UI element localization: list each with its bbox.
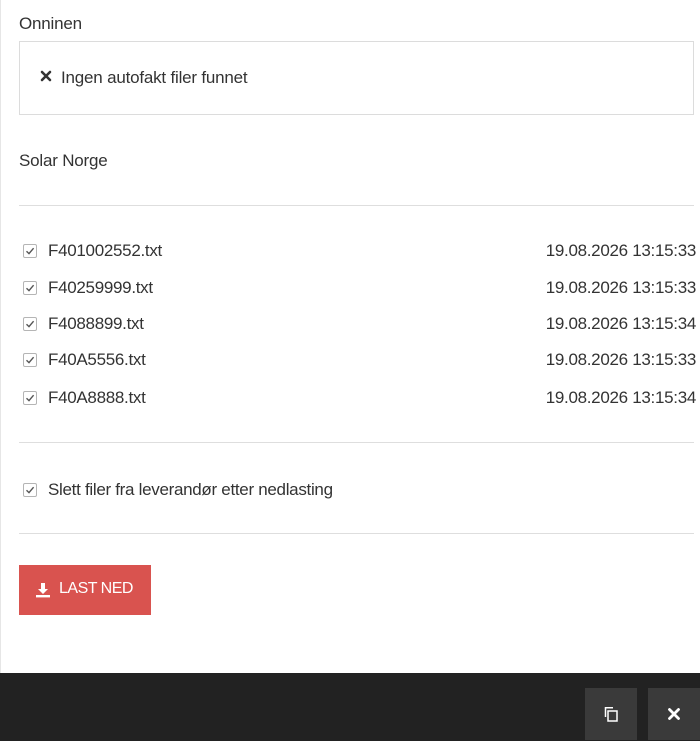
file-checkbox[interactable] (23, 281, 37, 295)
divider (19, 442, 694, 443)
file-checkbox[interactable] (23, 391, 37, 405)
download-button-label: LAST NED (59, 580, 133, 597)
file-timestamp: 19.08.2026 13:15:34 (545, 388, 697, 407)
divider (19, 205, 694, 206)
copy-button[interactable] (585, 688, 637, 740)
file-row: F40A8888.txt 19.08.2026 13:15:34 (19, 387, 696, 411)
file-timestamp: 19.08.2026 13:15:33 (545, 350, 697, 369)
file-name: F401002552.txt (48, 241, 162, 260)
download-icon (35, 582, 51, 598)
file-row: F4088899.txt 19.08.2026 13:15:34 (19, 313, 696, 337)
file-name: F40A8888.txt (48, 388, 146, 407)
file-row: F401002552.txt 19.08.2026 13:15:33 (19, 240, 696, 264)
file-name: F40259999.txt (48, 278, 153, 297)
divider (19, 533, 694, 534)
section-title-onninen: Onninen (19, 14, 82, 33)
file-timestamp: 19.08.2026 13:15:33 (545, 278, 697, 297)
notice-text: Ingen autofakt filer funnet (61, 68, 248, 87)
autofakt-panel: Onninen Ingen autofakt filer funnet Sola… (0, 0, 700, 673)
no-files-notice: Ingen autofakt filer funnet (19, 41, 694, 115)
file-row: F40A5556.txt 19.08.2026 13:15:33 (19, 349, 696, 373)
file-row: F40259999.txt 19.08.2026 13:15:33 (19, 277, 696, 301)
delete-after-download-option[interactable]: Slett filer fra leverandør etter nedlast… (19, 479, 619, 503)
file-name: F40A5556.txt (48, 350, 146, 369)
delete-after-download-checkbox[interactable] (23, 483, 37, 497)
file-checkbox[interactable] (23, 244, 37, 258)
file-name: F4088899.txt (48, 314, 144, 333)
footer-bar (0, 673, 700, 741)
close-button[interactable] (648, 688, 700, 740)
download-button[interactable]: LAST NED (19, 565, 151, 615)
file-checkbox[interactable] (23, 317, 37, 331)
file-timestamp: 19.08.2026 13:15:34 (545, 314, 697, 333)
section-title-solar-norge: Solar Norge (19, 151, 108, 170)
delete-after-download-label: Slett filer fra leverandør etter nedlast… (48, 480, 333, 499)
close-icon (39, 69, 53, 83)
file-timestamp: 19.08.2026 13:15:33 (545, 241, 697, 260)
file-checkbox[interactable] (23, 353, 37, 367)
